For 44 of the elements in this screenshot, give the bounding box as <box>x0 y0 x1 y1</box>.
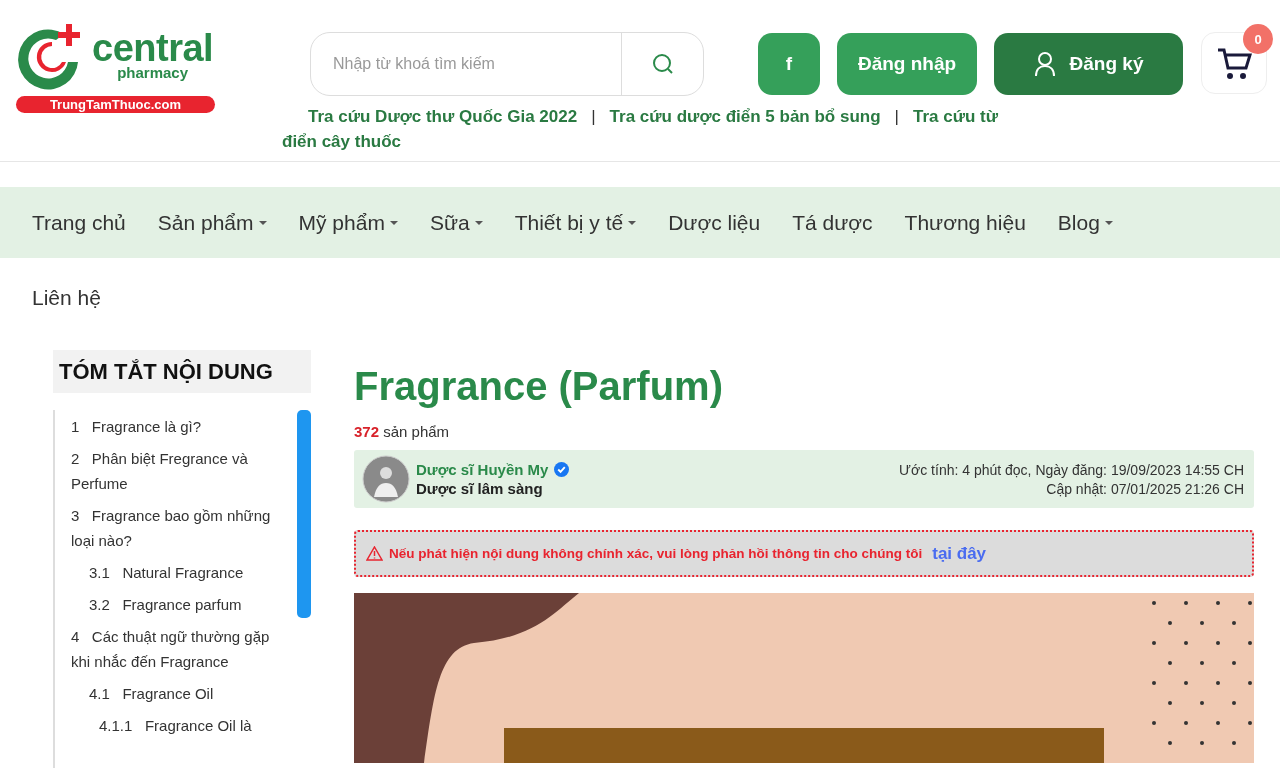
register-button[interactable]: Đăng ký <box>994 33 1183 95</box>
toc-item[interactable]: 3 Fragrance bao gồm những loại nào? <box>71 503 281 553</box>
warning-text: Nếu phát hiện nội dung không chính xác, vui lòng phản hồi thông tin cho chúng tôi <box>389 546 923 561</box>
nav-item[interactable]: Mỹ phẩm <box>282 187 414 258</box>
caret-icon <box>389 220 398 225</box>
product-count: 372 sản phẩm <box>354 423 451 440</box>
logo-name: central <box>92 31 214 65</box>
cart-count: 0 <box>1243 24 1273 54</box>
nav-item[interactable]: Trang chủ <box>16 187 142 258</box>
nav-item[interactable]: Dược liệu <box>652 187 777 258</box>
avatar-icon <box>362 455 410 503</box>
toc-item[interactable]: 4.1 Fragrance Oil <box>89 681 281 706</box>
user-icon <box>1033 51 1056 77</box>
caret-icon <box>474 220 483 225</box>
toc-item[interactable]: 3.2 Fragrance parfum <box>89 592 281 617</box>
publish-info: Ước tính: 4 phút đọc, Ngày đăng: 19/09/2023 14:55 CH <box>899 461 1244 478</box>
caret-icon <box>628 220 637 225</box>
nav-item[interactable]: Tá dược <box>776 187 889 258</box>
nav-item[interactable]: Blog <box>1041 187 1129 258</box>
author-role: Dược sĩ lâm sàng <box>416 480 544 497</box>
toc-item[interactable]: 2 Phân biệt Fregrance và Perfume <box>71 446 281 496</box>
toc-item[interactable]: 1 Fragrance là gì? <box>71 414 281 439</box>
search-icon <box>650 52 675 76</box>
cart-button[interactable] <box>1201 32 1267 94</box>
quick-links[interactable]: Tra cứu Dược thư Quốc Gia 2022 | Tra cứu dược điển 5 bản bổ sung | Tra cứu từ điển cây thuốc <box>282 104 1002 154</box>
caret-icon <box>1104 220 1113 225</box>
toc-item[interactable]: 4 Các thuật ngữ thường gặp khi nhắc đến Fragrance <box>71 624 281 674</box>
nav-item[interactable]: Liên hệ <box>16 262 117 333</box>
nav-item[interactable]: Sữa <box>413 187 499 258</box>
toc-item[interactable]: 3.1 Natural Fragrance <box>89 560 281 585</box>
update-info: Cập nhật: 07/01/2025 21:26 CH <box>1046 480 1244 497</box>
logo-domain: TrungTamThuoc.com <box>16 96 215 113</box>
toc-item[interactable]: 4.1.1 Fragrance Oil là <box>99 713 281 738</box>
caret-icon <box>258 220 267 225</box>
nav-item[interactable]: Thương hiệu <box>888 187 1042 258</box>
author-name[interactable]: Dược sĩ Huyền My <box>416 461 549 478</box>
search-field[interactable]: Nhập từ khoá tìm kiếm <box>311 55 621 73</box>
logo-tagline: pharmacy <box>117 65 188 81</box>
scrollbar-thumb[interactable] <box>297 410 311 618</box>
page-title: Fragrance (Parfum) <box>354 364 724 409</box>
toc-title: TÓM TẮT NỘI DUNG <box>53 350 311 393</box>
warning-icon <box>366 546 383 561</box>
nav-item[interactable]: Sản phẩm <box>141 187 283 258</box>
nav-item[interactable]: Thiết bị y tế <box>498 187 653 258</box>
